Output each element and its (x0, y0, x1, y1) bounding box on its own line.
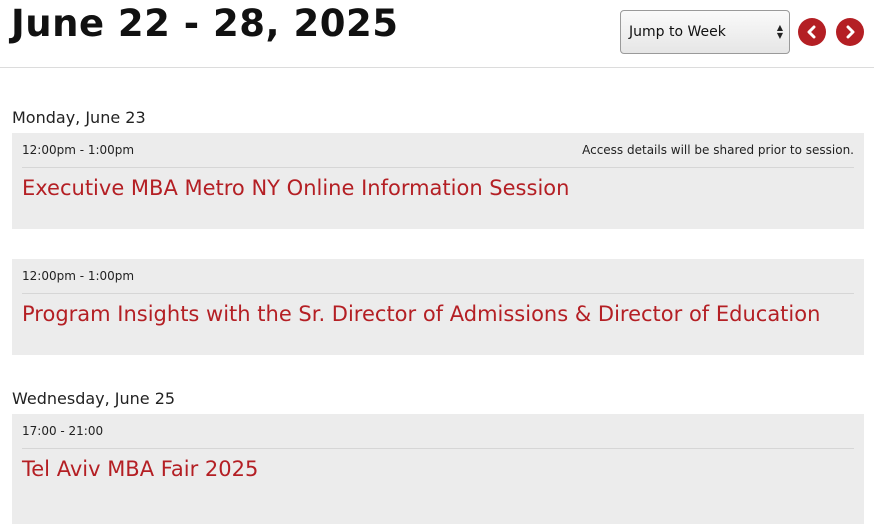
event-card: 12:00pm - 1:00pm Access details will be … (12, 133, 864, 229)
select-arrows-icon: ▲ ▼ (776, 23, 783, 40)
event-meta: 12:00pm - 1:00pm (22, 259, 854, 294)
event-card: 12:00pm - 1:00pm Program Insights with t… (12, 259, 864, 355)
previous-week-button[interactable] (798, 18, 826, 46)
next-week-button[interactable] (836, 18, 864, 46)
jump-to-week-value: Jump to Week (629, 24, 726, 40)
event-title-link[interactable]: Tel Aviv MBA Fair 2025 (22, 457, 854, 481)
event-title-link[interactable]: Executive MBA Metro NY Online Informatio… (22, 176, 854, 200)
chevron-right-icon (846, 25, 855, 39)
event-title-link[interactable]: Program Insights with the Sr. Director o… (22, 302, 854, 326)
jump-to-week-select[interactable]: Jump to Week ▲ ▼ (620, 10, 790, 54)
event-time: 12:00pm - 1:00pm (22, 269, 135, 283)
event-note: Access details will be shared prior to s… (582, 143, 854, 157)
event-meta: 17:00 - 21:00 (22, 414, 854, 449)
page-title: June 22 - 28, 2025 (11, 2, 399, 45)
event-time: 17:00 - 21:00 (22, 424, 104, 438)
event-meta: 12:00pm - 1:00pm Access details will be … (22, 133, 854, 168)
calendar-header: June 22 - 28, 2025 Jump to Week ▲ ▼ (0, 0, 874, 68)
day-heading-monday: Monday, June 23 (12, 108, 146, 127)
day-heading-wednesday: Wednesday, June 25 (12, 389, 176, 408)
chevron-left-icon (807, 25, 816, 39)
event-card: 17:00 - 21:00 Tel Aviv MBA Fair 2025 (12, 414, 864, 524)
event-time: 12:00pm - 1:00pm (22, 143, 135, 157)
